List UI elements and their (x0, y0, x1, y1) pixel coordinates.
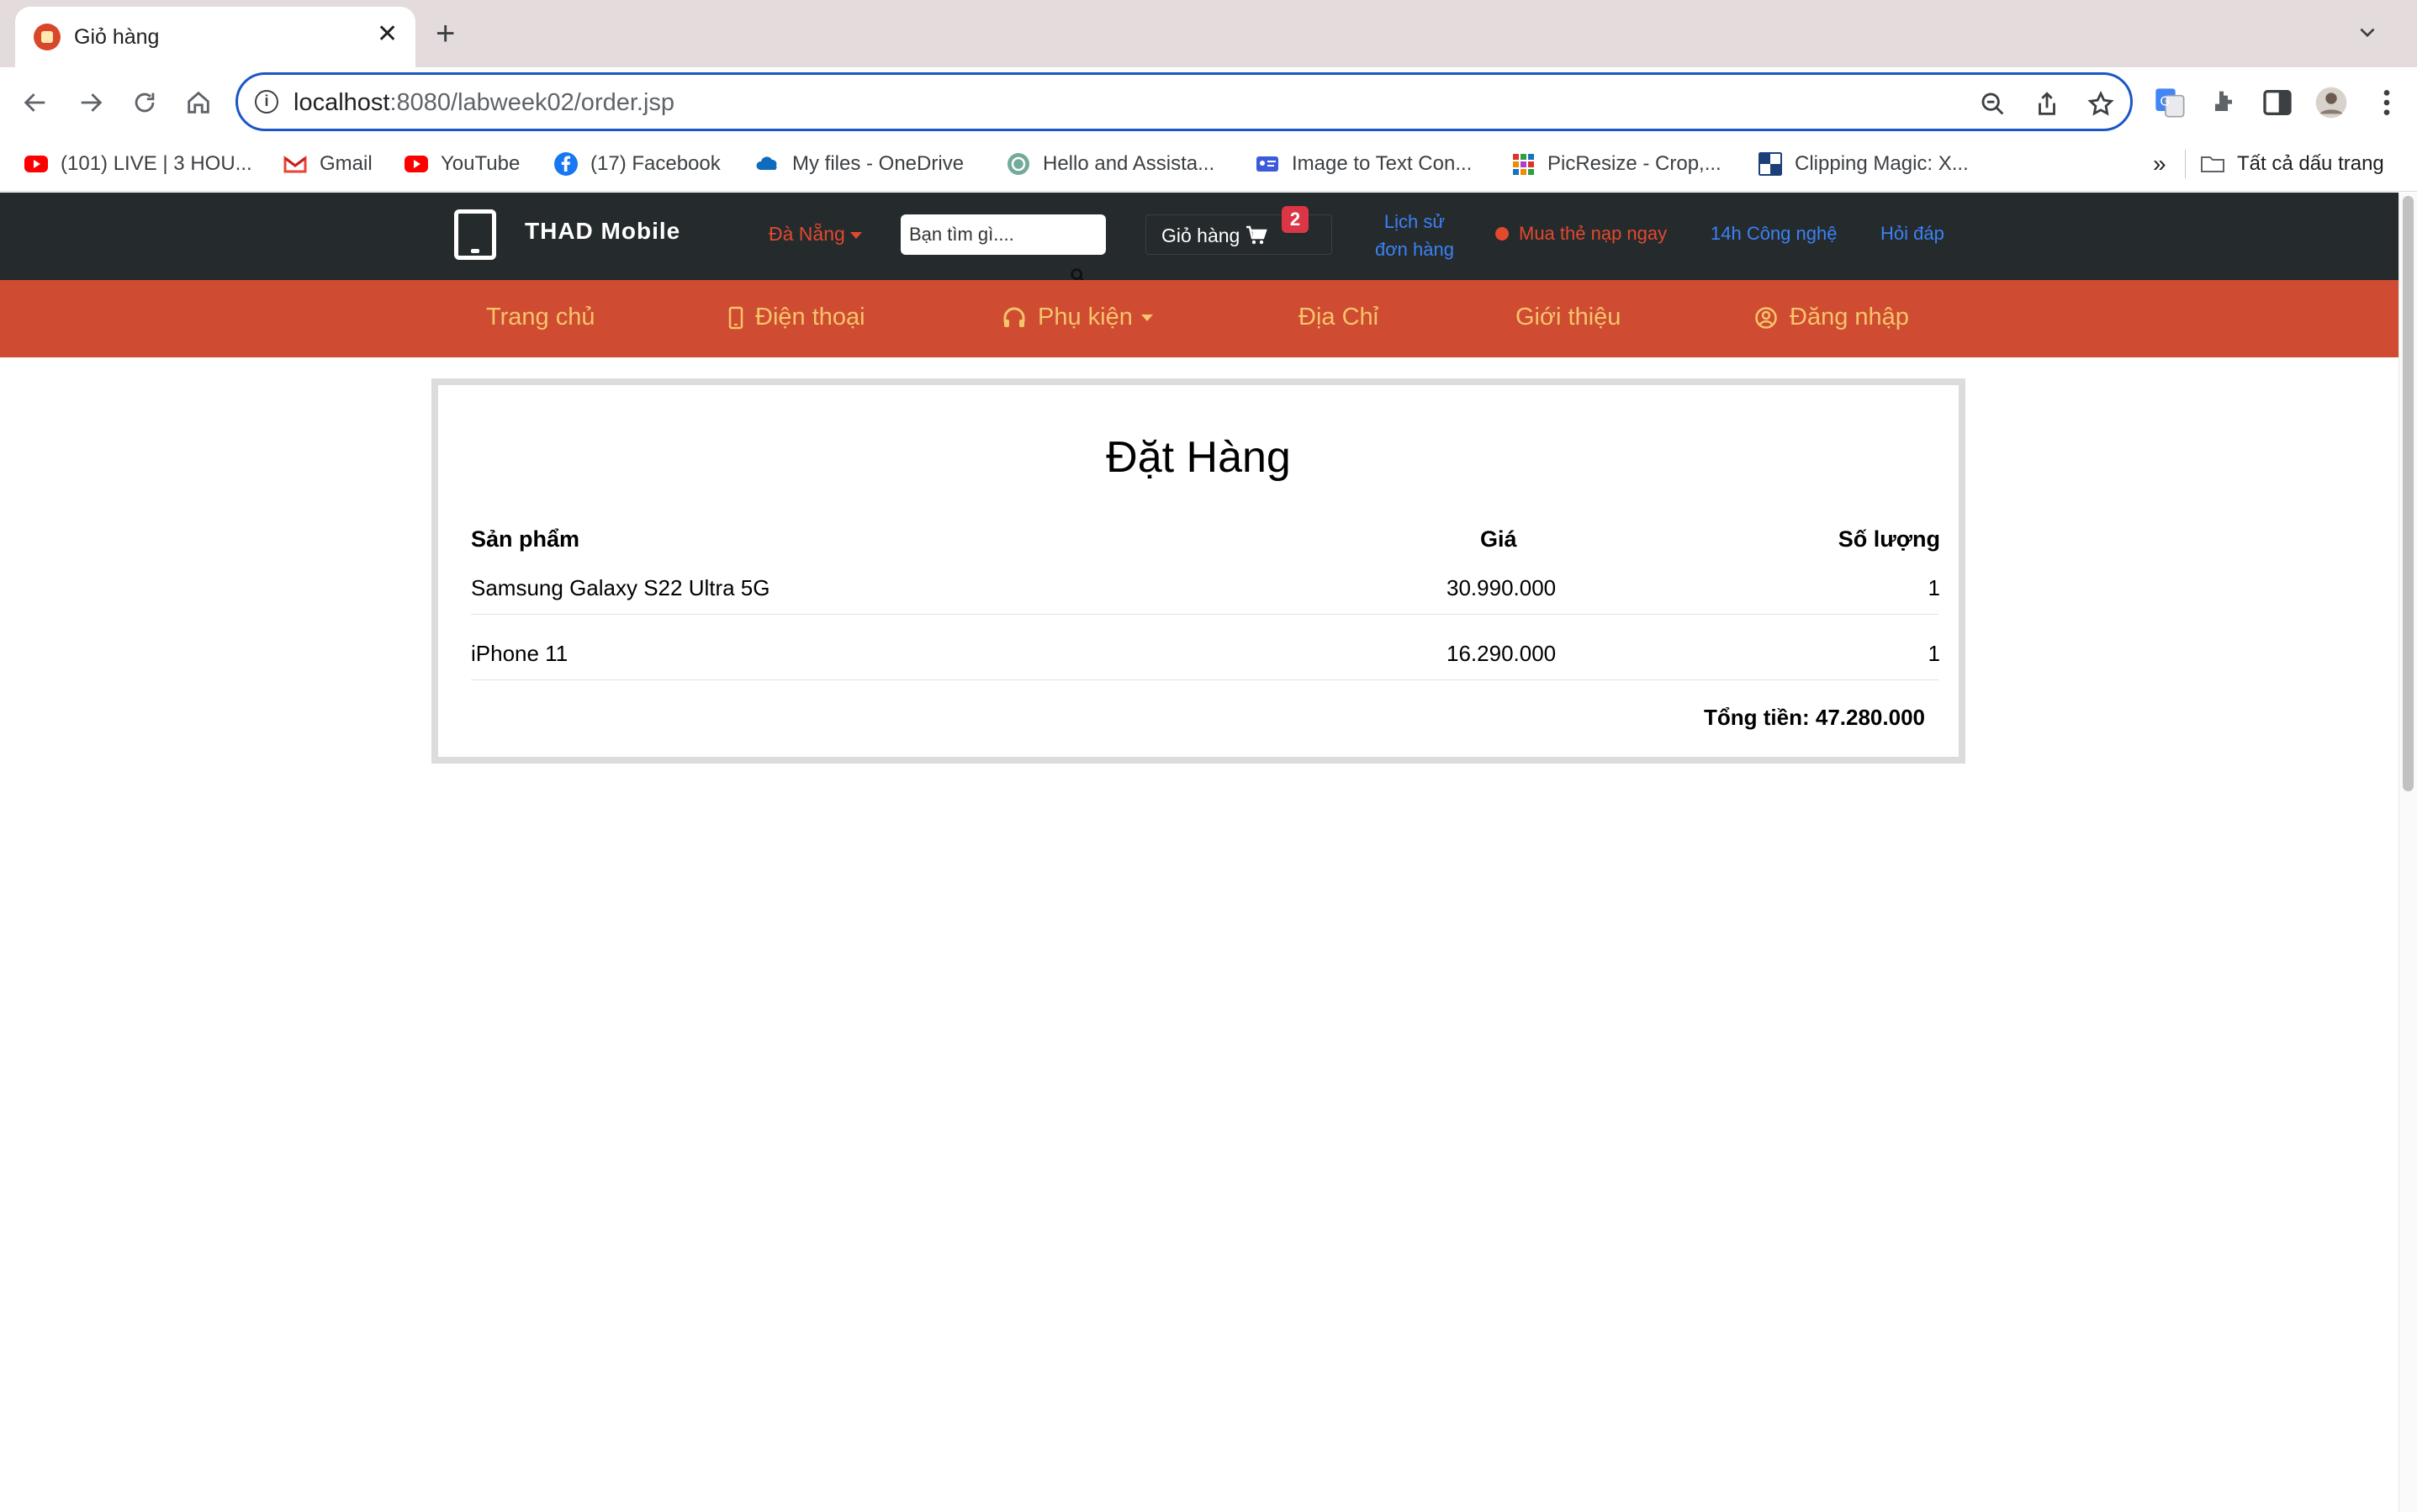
caret-down-icon (1140, 314, 1153, 321)
cell-quantity: 1 (1928, 575, 1940, 600)
bookmark-item[interactable]: Gmail (283, 148, 373, 180)
tech-news-link[interactable]: 14h Công nghệ (1711, 223, 1837, 245)
user-circle-icon (1755, 306, 1777, 329)
tab-title: Giỏ hàng (74, 25, 160, 49)
google-translate-icon[interactable]: G (2153, 86, 2187, 119)
bookmark-item[interactable]: (101) LIVE | 3 HOU... (24, 148, 252, 180)
new-tab-button[interactable]: + (436, 17, 455, 50)
svg-text:G: G (2160, 93, 2170, 108)
home-button[interactable] (182, 86, 215, 119)
nav-accessories[interactable]: Phụ kiện (1002, 304, 1153, 331)
bookmark-item[interactable]: My files - OneDrive (755, 148, 964, 180)
bookmark-item[interactable]: PicResize - Crop,... (1510, 148, 1722, 180)
page-scrollbar[interactable] (2398, 193, 2417, 1512)
share-icon[interactable] (2033, 90, 2061, 119)
facebook-icon (554, 152, 578, 176)
extensions-puzzle-icon[interactable] (2207, 86, 2240, 119)
profile-avatar[interactable] (2314, 86, 2348, 119)
bookmark-item[interactable]: YouTube (404, 148, 520, 180)
bookmark-item[interactable]: Image to Text Con... (1255, 148, 1472, 180)
topup-link[interactable]: Mua thẻ nạp ngay (1495, 223, 1667, 245)
main-nav: Trang chủ Điện thoại Phụ kiện Địa Chỉ Gi… (0, 280, 2398, 357)
site-info-icon[interactable]: i (255, 90, 278, 114)
bookmarks-divider (2185, 150, 2186, 178)
arrow-right-icon (81, 93, 103, 112)
bookmark-star-icon[interactable] (2086, 90, 2115, 119)
red-dot-icon (1495, 227, 1509, 241)
row-divider (471, 679, 1938, 680)
clipping-magic-icon (1759, 152, 1782, 176)
site-logo-text[interactable]: THAD Mobile (525, 218, 680, 245)
browser-menu-icon[interactable] (2370, 86, 2404, 119)
column-header-product: Sản phẩm (471, 526, 580, 552)
bookmarks-overflow-button[interactable]: » (2153, 148, 2166, 180)
tab-close-icon[interactable]: ✕ (377, 22, 398, 47)
cart-label: Giỏ hàng (1161, 225, 1240, 246)
shopping-cart-icon (1246, 225, 1267, 245)
headphones-icon (1003, 307, 1025, 327)
tab-search-chevron-icon[interactable] (2356, 22, 2378, 44)
browser-tabstrip: Giỏ hàng ✕ + (0, 0, 2417, 67)
bookmarks-bar: (101) LIVE | 3 HOU... Gmail YouTube (17)… (0, 138, 2417, 192)
nav-phones[interactable]: Điện thoại (728, 304, 865, 331)
address-bar[interactable]: i localhost:8080/labweek02/order.jsp (235, 72, 2133, 131)
nav-address[interactable]: Địa Chỉ (1298, 304, 1378, 331)
arrow-left-icon (24, 93, 45, 112)
order-card: Đặt Hàng Sản phẩm Giá Số lượng Samsung G… (431, 378, 1965, 764)
browser-toolbar: i localhost:8080/labweek02/order.jsp G (0, 67, 2417, 138)
zoom-out-icon[interactable] (1979, 90, 2007, 119)
home-icon (188, 91, 209, 114)
reload-icon (135, 93, 155, 113)
browser-tab-active[interactable]: Giỏ hàng ✕ (15, 7, 415, 67)
cell-product-name: iPhone 11 (471, 641, 569, 666)
onedrive-icon (756, 156, 777, 170)
picresize-icon (1513, 154, 1534, 175)
site-favicon-icon (34, 24, 61, 50)
bookmark-item[interactable]: Hello and Assista... (1006, 148, 1214, 180)
bookmark-item[interactable]: (17) Facebook (553, 148, 721, 180)
cell-price: 16.290.000 (1446, 641, 1557, 666)
column-header-quantity: Số lượng (1838, 526, 1940, 552)
order-history-link[interactable]: Lịch sử đơn hàng (1366, 208, 1463, 263)
caret-down-icon (849, 231, 862, 239)
all-bookmarks-button[interactable]: Tất cả dấu trang (2200, 148, 2384, 180)
page-title: Đặt Hàng (1106, 433, 1291, 482)
youtube-icon (24, 156, 48, 172)
address-url[interactable]: localhost:8080/labweek02/order.jsp (294, 89, 674, 117)
forward-button[interactable] (74, 86, 108, 119)
mobile-phone-icon (728, 306, 743, 329)
row-divider (471, 614, 1938, 615)
gmail-icon (283, 156, 307, 173)
reload-button[interactable] (128, 86, 161, 119)
cell-product-name: Samsung Galaxy S22 Ultra 5G (471, 575, 770, 600)
nav-home[interactable]: Trang chủ (486, 304, 595, 331)
phone-logo-icon[interactable] (454, 209, 496, 260)
side-panel-icon[interactable] (2261, 86, 2294, 119)
folder-icon (2201, 156, 2224, 172)
nav-about[interactable]: Giới thiệu (1515, 304, 1621, 331)
youtube-icon (405, 156, 428, 172)
site-header: THAD Mobile Đà Nẵng Giỏ hàng 2 Lịch sử đ… (0, 193, 2398, 284)
cart-count-badge: 2 (1282, 206, 1309, 233)
scrollbar-thumb[interactable] (2403, 196, 2414, 791)
nav-login[interactable]: Đăng nhập (1754, 304, 1909, 331)
search-input[interactable] (901, 214, 1106, 255)
bookmark-item[interactable]: Clipping Magic: X... (1758, 148, 1969, 180)
cell-quantity: 1 (1928, 641, 1940, 666)
faq-link[interactable]: Hỏi đáp (1880, 223, 1944, 245)
chatgpt-icon (1008, 153, 1029, 175)
city-selector[interactable]: Đà Nẵng (769, 223, 862, 246)
back-button[interactable] (19, 86, 52, 119)
id-card-icon (1256, 156, 1278, 172)
cell-price: 30.990.000 (1446, 575, 1557, 600)
order-total: Tổng tiền: 47.280.000 (1704, 705, 1925, 730)
column-header-price: Giá (1480, 526, 1517, 552)
